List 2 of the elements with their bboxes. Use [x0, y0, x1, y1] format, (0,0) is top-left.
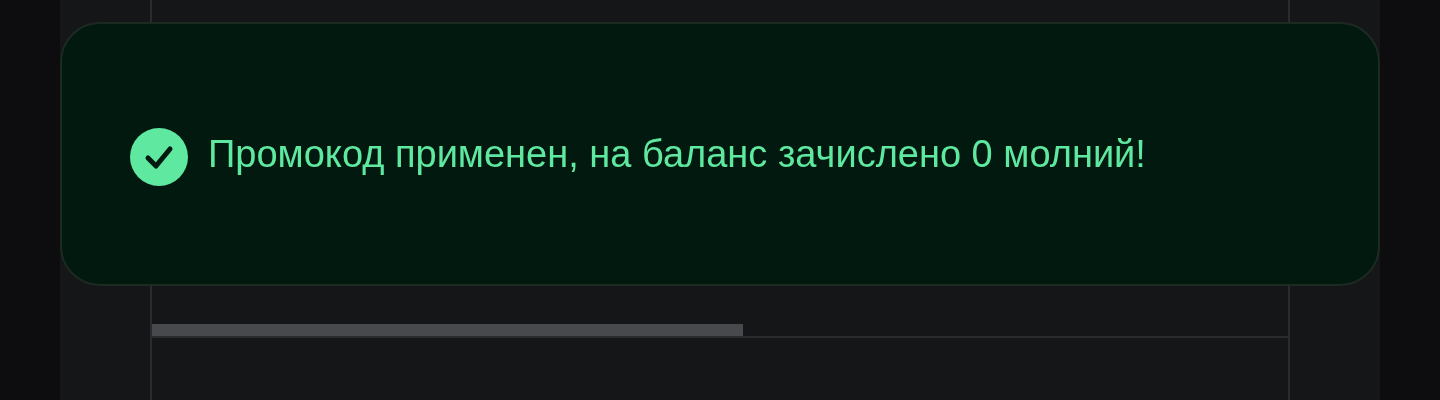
check-circle-icon [130, 128, 188, 186]
toast-message: Промокод применен, на баланс зачислено 0 молний! [208, 132, 1146, 177]
